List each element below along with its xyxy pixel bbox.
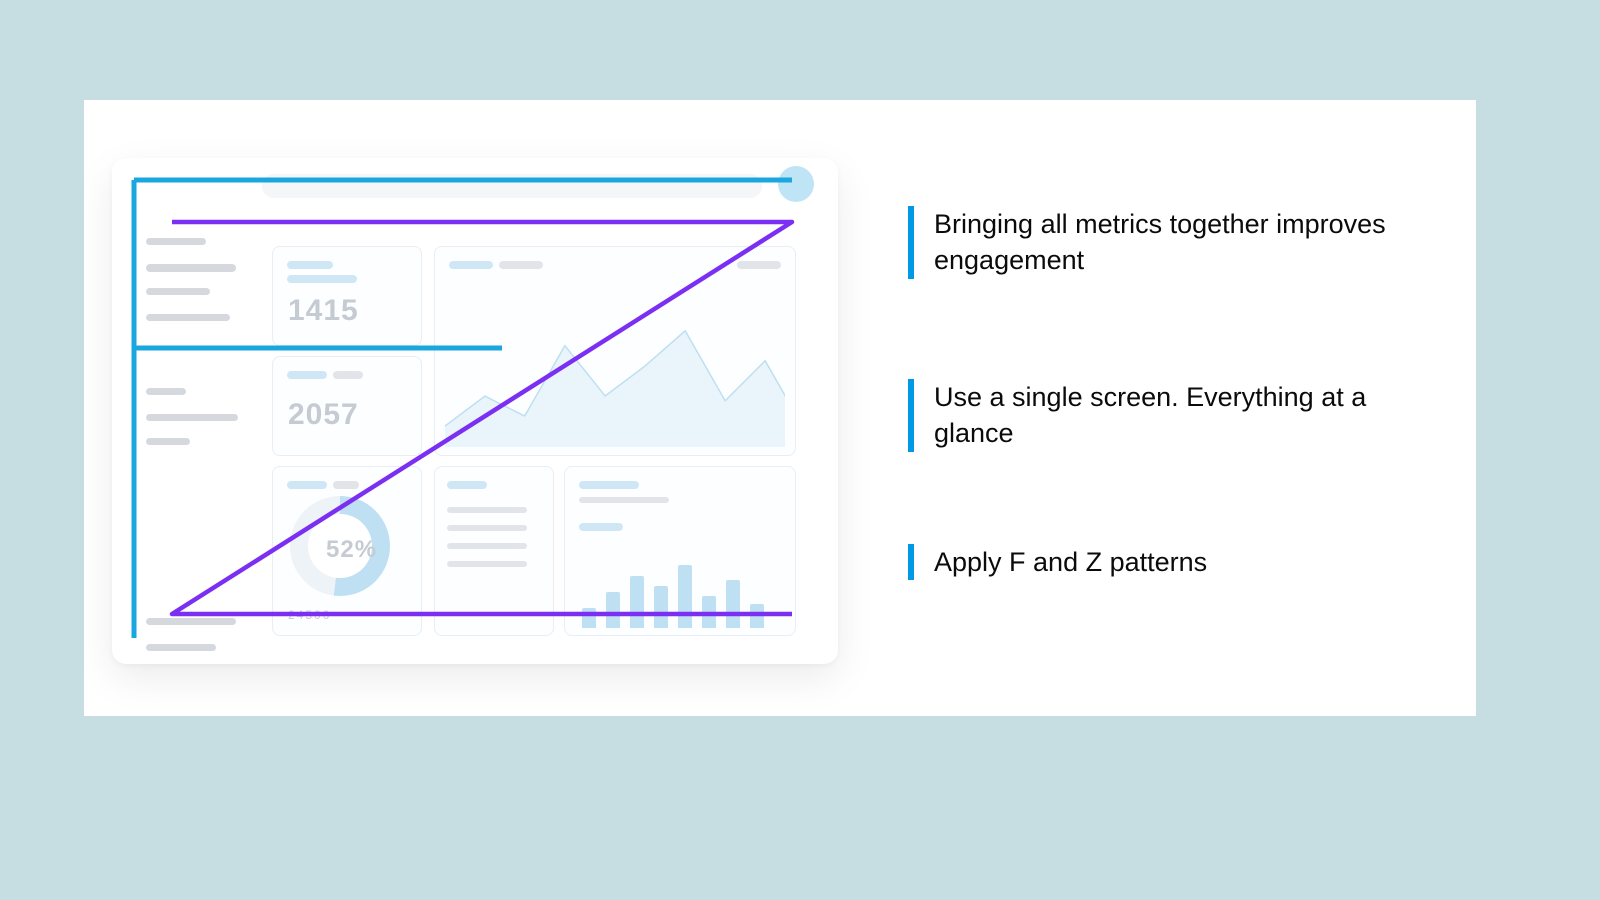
avatar-icon <box>778 166 814 202</box>
search-bar-placeholder <box>262 174 762 198</box>
sidebar-placeholder <box>146 238 206 245</box>
stat-value-2: 2057 <box>288 398 359 432</box>
donut-percent: 52% <box>326 536 377 564</box>
sidebar-placeholder <box>146 414 238 421</box>
sidebar-placeholder <box>146 288 210 295</box>
bullet-item: Apply F and Z patterns <box>908 544 1428 580</box>
bar-chart-icon <box>582 558 782 628</box>
sidebar-placeholder <box>146 618 236 625</box>
list-card <box>434 466 554 636</box>
bullet-item: Use a single screen. Everything at a gla… <box>908 379 1428 452</box>
stat-value-1: 1415 <box>288 294 359 328</box>
sidebar-placeholder <box>146 264 236 272</box>
sidebar-placeholder <box>146 438 190 445</box>
sidebar-placeholder <box>146 388 186 395</box>
sidebar-placeholder <box>146 644 216 651</box>
line-chart-card <box>434 246 796 456</box>
line-chart-icon <box>445 307 785 447</box>
slide: 1415 2057 52% 24500 <box>84 100 1476 716</box>
sidebar-placeholder <box>146 314 230 321</box>
bullet-item: Bringing all metrics together improves e… <box>908 206 1428 279</box>
bullet-list: Bringing all metrics together improves e… <box>908 206 1428 680</box>
dashboard-mock: 1415 2057 52% 24500 <box>112 158 838 664</box>
donut-axis-label: 24500 <box>288 608 331 622</box>
